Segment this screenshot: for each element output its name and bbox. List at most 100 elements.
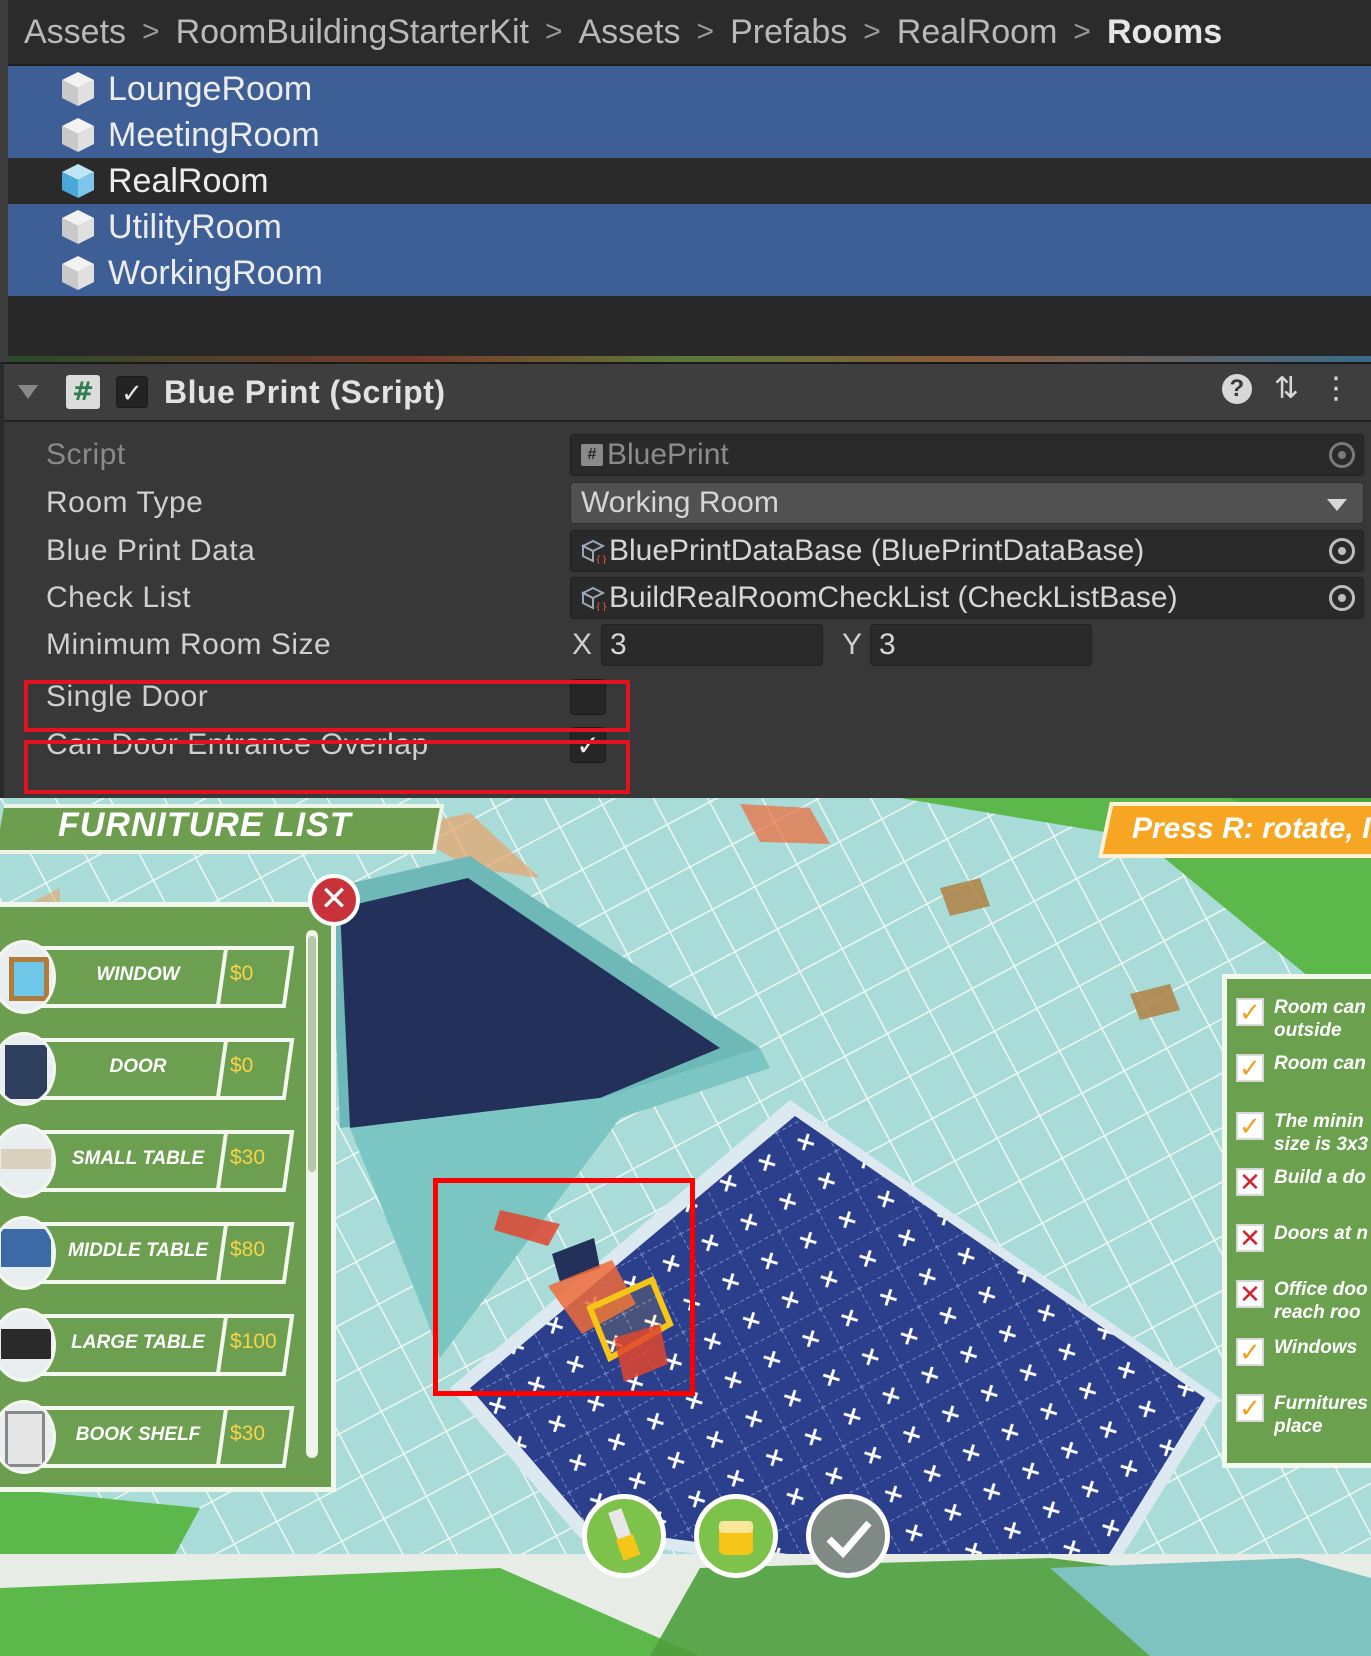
- scriptable-object-icon: {}: [581, 539, 607, 564]
- kebab-menu-icon[interactable]: ⋮: [1321, 374, 1351, 404]
- property-room-type: Room Type Working Room: [4, 480, 1371, 526]
- checklist-text: Doors at n: [1274, 1223, 1368, 1244]
- file-name: LoungeRoom: [108, 69, 313, 108]
- file-row-working-room[interactable]: WorkingRoom: [8, 250, 1371, 296]
- svg-text:{}: {}: [595, 555, 607, 564]
- item-name: MIDDLE TABLE: [67, 1240, 209, 1261]
- presets-sliders-icon[interactable]: ⇅: [1274, 374, 1299, 404]
- file-row-lounge-room[interactable]: LoungeRoom: [8, 66, 1371, 112]
- confirm-button[interactable]: [806, 1494, 890, 1578]
- item-price: $80: [230, 1238, 266, 1261]
- furniture-item-door[interactable]: DOOR $0: [0, 1032, 296, 1106]
- svg-text:{}: {}: [595, 602, 607, 611]
- property-minimum-room-size: Minimum Room Size X 3 Y 3: [4, 622, 1371, 668]
- dropdown-arrow-icon: [1327, 499, 1347, 511]
- chevron-right-icon: >: [696, 15, 715, 48]
- component-header[interactable]: # ✓ Blue Print (Script) ? ⇅ ⋮: [4, 364, 1371, 422]
- checklist-text: Windows: [1274, 1337, 1358, 1358]
- paint-brush-button[interactable]: [582, 1494, 666, 1578]
- min-room-size-label: Minimum Room Size: [46, 628, 332, 661]
- script-hash-icon: #: [581, 444, 603, 466]
- prefab-cube-icon: [62, 256, 94, 290]
- prefab-cube-icon: [62, 118, 94, 152]
- furniture-item-window[interactable]: WINDOW $0: [0, 940, 296, 1014]
- file-name: RealRoom: [108, 161, 269, 200]
- furniture-list-title: FURNITURE LIST: [58, 806, 352, 844]
- object-picker-icon[interactable]: [1329, 442, 1355, 468]
- chevron-right-icon: >: [1073, 15, 1091, 48]
- breadcrumb-item[interactable]: Assets: [579, 13, 681, 52]
- item-price: $0: [230, 962, 254, 985]
- foldout-arrow-icon[interactable]: [18, 385, 38, 399]
- script-label: Script: [46, 438, 126, 471]
- component-enabled-checkbox[interactable]: ✓: [116, 376, 148, 408]
- breadcrumb: Assets > RoomBuildingStarterKit > Assets…: [8, 0, 1371, 66]
- prefab-cube-icon: [62, 164, 94, 198]
- checklist-text: Furnitures place: [1274, 1393, 1368, 1437]
- hint-text: Press R: rotate, I: [1132, 812, 1371, 845]
- failed-box-icon: ✕: [1236, 1280, 1264, 1308]
- breadcrumb-item[interactable]: RealRoom: [897, 13, 1058, 52]
- checkmark-icon: [826, 1520, 872, 1559]
- script-hash-icon: #: [66, 375, 100, 409]
- prefab-cube-icon: [62, 210, 94, 244]
- blue-print-data-label: Blue Print Data: [46, 534, 256, 567]
- checked-box-icon: ✓: [1236, 1054, 1264, 1082]
- room-type-label: Room Type: [46, 486, 204, 519]
- scrollbar-thumb[interactable]: [308, 936, 316, 1172]
- furniture-item-middle-table[interactable]: MIDDLE TABLE $80: [0, 1216, 296, 1290]
- highlight-box: [433, 1178, 695, 1396]
- file-row-real-room[interactable]: RealRoom: [8, 158, 1371, 204]
- furniture-item-large-table[interactable]: LARGE TABLE $100: [0, 1308, 296, 1382]
- help-icon[interactable]: ?: [1221, 374, 1252, 404]
- furniture-item-book-shelf[interactable]: BOOK SHELF $30: [0, 1400, 296, 1474]
- object-picker-icon[interactable]: [1329, 538, 1355, 564]
- close-icon[interactable]: ✕: [308, 874, 360, 926]
- highlight-box: [24, 680, 630, 732]
- item-price: $100: [230, 1330, 277, 1353]
- room-type-dropdown[interactable]: Working Room: [570, 482, 1364, 524]
- checked-box-icon: ✓: [1236, 1338, 1264, 1366]
- breadcrumb-item[interactable]: RoomBuildingStarterKit: [176, 13, 529, 52]
- item-price: $30: [230, 1146, 266, 1169]
- eraser-button[interactable]: [694, 1494, 778, 1578]
- game-view: FURNITURE LIST Press R: rotate, I ✕ WIND…: [0, 798, 1371, 1656]
- paint-brush-icon: [608, 1508, 641, 1561]
- breadcrumb-current[interactable]: Rooms: [1107, 13, 1222, 52]
- room-type-value: Working Room: [581, 486, 779, 519]
- file-name: UtilityRoom: [108, 207, 282, 246]
- min-size-x-field[interactable]: 3: [601, 624, 823, 666]
- chevron-right-icon: >: [544, 15, 563, 48]
- object-picker-icon[interactable]: [1329, 585, 1355, 611]
- file-list: LoungeRoom MeetingRoom RealRoom UtilityR…: [8, 66, 1371, 296]
- prefab-cube-icon: [62, 72, 94, 106]
- failed-box-icon: ✕: [1236, 1224, 1264, 1252]
- file-row-meeting-room[interactable]: MeetingRoom: [8, 112, 1371, 158]
- project-browser: Assets > RoomBuildingStarterKit > Assets…: [0, 0, 1371, 362]
- file-row-utility-room[interactable]: UtilityRoom: [8, 204, 1371, 250]
- min-size-y-field[interactable]: 3: [870, 624, 1092, 666]
- failed-box-icon: ✕: [1236, 1168, 1264, 1196]
- checklist-text: Office doo reach roo: [1274, 1279, 1368, 1323]
- y-label: Y: [842, 628, 863, 661]
- script-field[interactable]: # BluePrint: [570, 434, 1364, 476]
- item-name: DOOR: [109, 1056, 167, 1077]
- breadcrumb-item[interactable]: Assets: [24, 13, 126, 52]
- blue-print-data-field[interactable]: {} BluePrintDataBase (BluePrintDataBase): [570, 530, 1364, 572]
- script-value: BluePrint: [607, 438, 729, 471]
- scriptable-object-icon: {}: [581, 586, 607, 611]
- chevron-right-icon: >: [863, 15, 881, 48]
- inspector-panel: # ✓ Blue Print (Script) ? ⇅ ⋮ Script # B…: [0, 362, 1371, 798]
- file-name: WorkingRoom: [108, 253, 323, 292]
- item-price: $0: [230, 1054, 254, 1077]
- item-price: $30: [230, 1422, 266, 1445]
- item-name: BOOK SHELF: [75, 1424, 201, 1445]
- furniture-item-small-table[interactable]: SMALL TABLE $30: [0, 1124, 296, 1198]
- highlight-box: [24, 740, 630, 794]
- checklist-text: The minin size is 3x3: [1274, 1111, 1369, 1155]
- breadcrumb-item[interactable]: Prefabs: [730, 13, 847, 52]
- check-list-field[interactable]: {} BuildRealRoomCheckList (CheckListBase…: [570, 577, 1364, 619]
- checked-box-icon: ✓: [1236, 998, 1264, 1026]
- eraser-icon: [719, 1521, 753, 1555]
- property-script: Script # BluePrint: [4, 432, 1371, 478]
